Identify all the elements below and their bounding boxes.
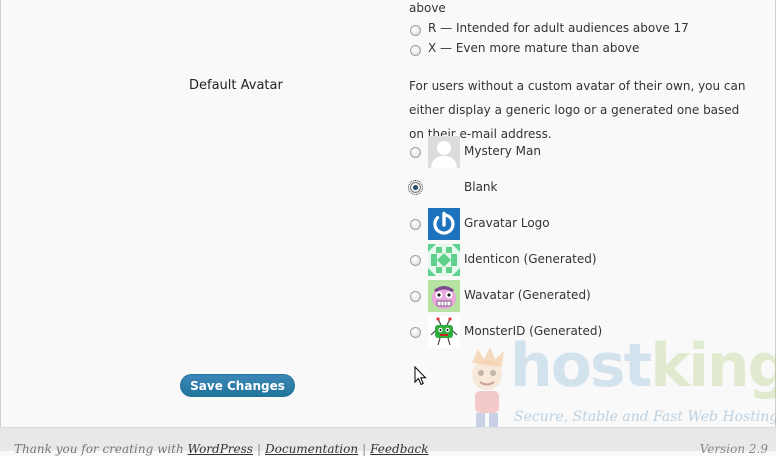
default-avatar-label: Default Avatar bbox=[189, 78, 283, 93]
footer-credits: Thank you for creating with WordPress | Do… bbox=[14, 442, 429, 456]
mystery-man-icon bbox=[428, 136, 460, 168]
footer-separator: | bbox=[362, 442, 367, 456]
monsterid-icon bbox=[428, 316, 460, 348]
avatar-gravatar-logo-label: Gravatar Logo bbox=[464, 216, 550, 230]
wavatar-icon bbox=[428, 280, 460, 312]
avatar-identicon-label: Identicon (Generated) bbox=[464, 252, 597, 266]
avatar-mystery-man-radio[interactable] bbox=[410, 147, 421, 158]
footer-separator: | bbox=[256, 442, 261, 456]
footer-documentation-link[interactable]: Documentation bbox=[265, 442, 358, 456]
avatar-blank-label: Blank bbox=[464, 180, 498, 194]
footer-prefix: Thank you for creating with bbox=[14, 442, 184, 456]
mouse-cursor-icon bbox=[414, 366, 427, 386]
avatar-mystery-man-label: Mystery Man bbox=[464, 144, 541, 158]
rating-x-radio[interactable] bbox=[410, 45, 421, 56]
save-changes-button[interactable]: Save Changes bbox=[180, 374, 295, 397]
avatar-monsterid-label: MonsterID (Generated) bbox=[464, 324, 603, 338]
avatar-identicon-radio[interactable] bbox=[410, 255, 421, 266]
rating-r-label: R — Intended for adult audiences above 1… bbox=[428, 21, 689, 35]
identicon-icon bbox=[428, 244, 460, 276]
avatar-gravatar-logo-radio[interactable] bbox=[410, 219, 421, 230]
default-avatar-description: For users without a custom avatar of the… bbox=[409, 79, 746, 141]
footer-feedback-link[interactable]: Feedback bbox=[370, 442, 428, 456]
rating-x-label: X — Even more mature than above bbox=[428, 41, 640, 55]
rating-r-radio[interactable] bbox=[410, 25, 421, 36]
avatar-wavatar-label: Wavatar (Generated) bbox=[464, 288, 591, 302]
footer-wordpress-link[interactable]: WordPress bbox=[188, 442, 253, 456]
footer-version: Version 2.9 bbox=[699, 442, 768, 456]
gravatar-logo-icon bbox=[428, 208, 460, 240]
rating-previous-line: above bbox=[409, 1, 446, 15]
avatar-monsterid-radio[interactable] bbox=[410, 327, 421, 338]
admin-footer: Thank you for creating with WordPress | Do… bbox=[0, 427, 776, 456]
avatar-wavatar-radio[interactable] bbox=[410, 291, 421, 302]
blank-icon bbox=[428, 172, 460, 204]
page-frame bbox=[0, 0, 776, 450]
avatar-blank-radio[interactable] bbox=[408, 180, 423, 195]
